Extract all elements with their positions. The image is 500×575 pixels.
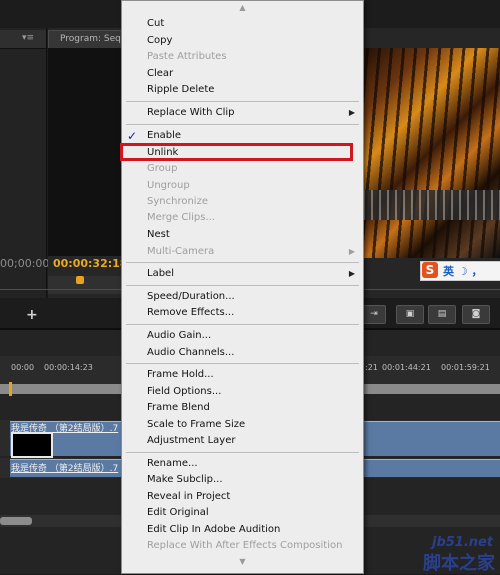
menu-item-enable[interactable]: ✓ Enable — [122, 128, 363, 144]
menu-item-label: Frame Hold... — [147, 369, 214, 380]
menu-item-label: Ungroup — [147, 180, 190, 191]
menu-item-remove-effects[interactable]: Remove Effects... — [122, 305, 363, 321]
video-frame-trees — [357, 48, 500, 258]
clip-thumbnail — [11, 432, 53, 458]
menu-item-label: Copy — [147, 35, 173, 46]
unlink-highlight-box — [120, 143, 353, 161]
scrollbar-thumb[interactable] — [0, 517, 32, 525]
menu-separator — [126, 452, 359, 453]
menu-item-label: Clear — [147, 68, 174, 79]
menu-item-label: Remove Effects... — [147, 307, 235, 318]
menu-item-label-submenu[interactable]: Label ▶ — [122, 266, 363, 282]
menu-item-label: Edit Clip In Adobe Audition — [147, 524, 281, 535]
menu-item-frame-blend[interactable]: Frame Blend — [122, 400, 363, 416]
submenu-arrow-icon: ▶ — [348, 108, 355, 117]
menu-item-clear[interactable]: Clear — [122, 66, 363, 82]
menu-item-reveal-in-project[interactable]: Reveal in Project — [122, 489, 363, 505]
menu-item-scale-to-frame-size[interactable]: Scale to Frame Size — [122, 417, 363, 433]
timeline-playhead[interactable] — [9, 382, 12, 396]
menu-separator — [126, 101, 359, 102]
menu-item-ripple-delete[interactable]: Ripple Delete — [122, 82, 363, 98]
menu-item-label: Reveal in Project — [147, 491, 231, 502]
menu-item-make-subclip[interactable]: Make Subclip... — [122, 472, 363, 488]
menu-item-label: Audio Gain... — [147, 330, 212, 341]
menu-item-label: Ripple Delete — [147, 84, 215, 95]
menu-item-label: Replace With Clip — [147, 107, 235, 118]
menu-item-replace-with-clip[interactable]: Replace With Clip ▶ — [122, 105, 363, 121]
menu-item-label: Field Options... — [147, 386, 222, 397]
menu-item-label: Nest — [147, 229, 170, 240]
menu-item-audio-gain[interactable]: Audio Gain... — [122, 328, 363, 344]
menu-item-ungroup[interactable]: Ungroup — [122, 178, 363, 194]
menu-item-cut[interactable]: Cut — [122, 16, 363, 32]
menu-item-label: Audio Channels... — [147, 347, 235, 358]
scroll-up-icon[interactable]: ▲ — [122, 3, 363, 15]
timeline-tick: 00:00 — [11, 363, 35, 372]
menu-separator — [126, 285, 359, 286]
menu-item-nest[interactable]: Nest — [122, 227, 363, 243]
watermark-name: 脚本之家 — [423, 553, 495, 574]
menu-separator — [126, 124, 359, 125]
timeline-tick: :21 — [365, 363, 378, 372]
menu-item-edit-original[interactable]: Edit Original — [122, 505, 363, 521]
menu-item-label: Merge Clips... — [147, 212, 216, 223]
menu-item-label: Enable — [147, 130, 182, 141]
ime-status-text[interactable]: 英 ☽ ， — [443, 263, 483, 279]
menu-item-group[interactable]: Group — [122, 161, 363, 177]
menu-item-label: Group — [147, 163, 178, 174]
program-viewer-dark — [48, 48, 122, 256]
menu-item-edit-in-audition[interactable]: Edit Clip In Adobe Audition — [122, 522, 363, 538]
menu-item-multi-camera[interactable]: Multi-Camera ▶ — [122, 244, 363, 260]
menu-item-paste-attributes[interactable]: Paste Attributes — [122, 49, 363, 65]
playhead-knob[interactable] — [76, 276, 84, 284]
camera-icon[interactable]: ◙ — [462, 305, 490, 324]
menu-item-label: Scale to Frame Size — [147, 419, 246, 430]
menu-item-label: Replace With After Effects Composition — [147, 540, 343, 551]
context-menu: ▲ Cut Copy Paste Attributes Clear Ripple… — [121, 0, 364, 574]
audio-clip-label: 我是传奇 （第2结局版）.7 — [11, 464, 119, 474]
menu-item-rename[interactable]: Rename... — [122, 456, 363, 472]
menu-item-label: Multi-Camera — [147, 246, 215, 257]
menu-item-label: Frame Blend — [147, 402, 210, 413]
menu-item-field-options[interactable]: Field Options... — [122, 384, 363, 400]
menu-item-speed-duration[interactable]: Speed/Duration... — [122, 289, 363, 305]
menu-item-replace-with-ae-comp[interactable]: Replace With After Effects Composition — [122, 538, 363, 554]
source-timecode: 00;00:00 — [0, 257, 50, 270]
menu-item-frame-hold[interactable]: Frame Hold... — [122, 367, 363, 383]
menu-item-label: Paste Attributes — [147, 51, 227, 62]
check-icon: ✓ — [127, 129, 138, 143]
watermark-url: jb51.net — [432, 535, 494, 550]
video-frame-fence — [357, 190, 500, 220]
menu-item-label: Edit Original — [147, 507, 209, 518]
submenu-arrow-icon: ▶ — [348, 269, 355, 278]
menu-item-copy[interactable]: Copy — [122, 33, 363, 49]
timeline-tick: 00:01:59:21 — [441, 363, 490, 372]
timeline-tick: 00:01:44:21 — [382, 363, 431, 372]
menu-item-label: Synchronize — [147, 196, 208, 207]
menu-item-synchronize[interactable]: Synchronize — [122, 194, 363, 210]
lift-button[interactable]: ▣ — [396, 305, 424, 324]
scroll-down-icon[interactable]: ▼ — [122, 557, 363, 569]
menu-item-audio-channels[interactable]: Audio Channels... — [122, 345, 363, 361]
menu-item-label: Label — [147, 268, 174, 279]
panel-menu-icon[interactable]: ▾≡ — [22, 33, 34, 43]
submenu-arrow-icon: ▶ — [348, 247, 355, 256]
extract-button[interactable]: ▤ — [428, 305, 456, 324]
menu-separator — [126, 324, 359, 325]
timeline-tick: 00:00:14:23 — [44, 363, 93, 372]
menu-item-merge-clips[interactable]: Merge Clips... — [122, 210, 363, 226]
menu-item-label: Rename... — [147, 458, 198, 469]
program-ruler[interactable] — [48, 276, 122, 294]
menu-item-label: Cut — [147, 18, 165, 29]
menu-item-label: Make Subclip... — [147, 474, 223, 485]
export-frame-button[interactable]: ⇥ — [362, 305, 386, 324]
menu-item-adjustment-layer[interactable]: Adjustment Layer — [122, 433, 363, 449]
menu-separator — [126, 262, 359, 263]
menu-item-label: Speed/Duration... — [147, 291, 235, 302]
program-timecode: 00:00:32:18 — [53, 257, 128, 270]
sogou-logo-icon: S — [422, 262, 438, 278]
add-button[interactable]: + — [26, 307, 38, 323]
menu-separator — [126, 363, 359, 364]
menu-item-label: Adjustment Layer — [147, 435, 236, 446]
